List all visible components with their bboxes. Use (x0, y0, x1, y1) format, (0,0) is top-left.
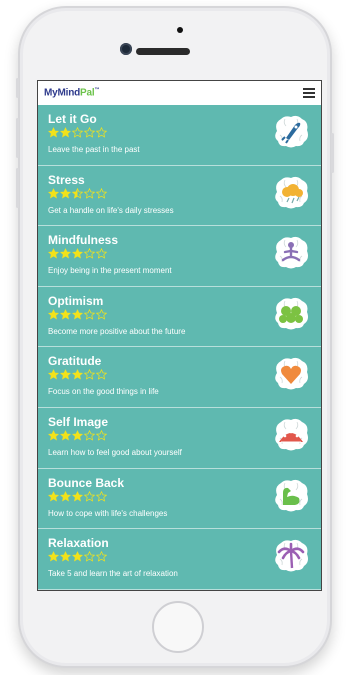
star-empty-icon (96, 369, 107, 381)
logo-pal: Pal (80, 87, 95, 99)
app-bar: MyMindPal™ (38, 81, 321, 105)
module-item-optimism[interactable]: Optimism Become more positive about the … (38, 287, 321, 348)
star-full-icon (48, 369, 59, 380)
clover-icon (275, 297, 308, 330)
phone-screen: MyMindPal™ Let it Go Leave the past in t… (37, 80, 322, 591)
star-empty-icon (84, 490, 95, 502)
star-full-icon (60, 490, 71, 502)
star-full-icon (72, 308, 83, 320)
star-full-icon (60, 248, 71, 259)
star-empty-icon (84, 369, 95, 381)
star-full-icon (72, 369, 83, 380)
mymindpal-logo[interactable]: MyMindPal™ (44, 87, 99, 98)
star-empty-icon (96, 490, 107, 502)
star-empty-icon (96, 187, 107, 199)
crown-icon (275, 418, 308, 451)
star-full-icon (60, 369, 71, 380)
star-empty-icon (84, 248, 95, 259)
front-camera (120, 43, 132, 55)
star-half-icon (72, 187, 83, 199)
star-full-icon (72, 490, 83, 502)
star-full-icon (72, 430, 83, 441)
power-button (331, 133, 334, 173)
star-full-icon (48, 551, 59, 562)
module-item-mindfulness[interactable]: Mindfulness Enjoy being in the present m… (38, 226, 321, 287)
muscle-arm-icon (275, 479, 308, 512)
palm-tree-icon (275, 540, 308, 572)
module-item-self-image[interactable]: Self Image Learn how to feel good about … (38, 408, 321, 469)
star-full-icon (48, 430, 59, 441)
star-full-icon (72, 248, 83, 259)
star-empty-icon (96, 308, 107, 320)
module-item-gratitude[interactable]: Gratitude Focus on the good things in li… (38, 347, 321, 408)
meditation-icon (275, 237, 308, 269)
star-full-icon (48, 187, 59, 199)
module-item-let-it-go[interactable]: Let it Go Leave the past in the past (38, 105, 321, 166)
star-empty-icon (96, 248, 107, 259)
star-full-icon (60, 127, 71, 138)
module-item-relaxation[interactable]: Relaxation Take 5 and learn the art of r… (38, 529, 321, 590)
star-full-icon (48, 308, 59, 320)
logo-mind: Mind (57, 87, 81, 99)
earpiece-speaker (136, 48, 190, 55)
star-full-icon (48, 490, 59, 502)
mute-switch (16, 78, 19, 98)
star-empty-icon (84, 308, 95, 320)
heart-icon (275, 358, 308, 390)
star-full-icon (48, 127, 59, 138)
module-item-stress[interactable]: Stress Get a handle on life's daily stre… (38, 166, 321, 227)
star-empty-icon (84, 429, 95, 441)
star-empty-icon (84, 127, 95, 138)
module-item-bounce-back[interactable]: Bounce Back How to cope with life's chal… (38, 469, 321, 530)
proximity-sensor (177, 27, 183, 33)
star-full-icon (60, 187, 71, 199)
star-full-icon (60, 430, 71, 441)
star-full-icon (48, 248, 59, 259)
star-empty-icon (96, 127, 107, 138)
storm-cloud-icon (275, 176, 308, 209)
star-empty-icon (96, 551, 107, 562)
rocket-icon (275, 115, 308, 148)
star-full-icon (60, 308, 71, 320)
star-full-icon (72, 551, 83, 562)
logo-my: My (44, 87, 58, 99)
logo-trademark: ™ (94, 87, 100, 94)
star-full-icon (60, 551, 71, 562)
hamburger-menu-icon[interactable] (303, 88, 315, 98)
star-empty-icon (72, 127, 83, 138)
star-empty-icon (84, 187, 95, 199)
module-list: Let it Go Leave the past in the past Str… (38, 105, 321, 590)
volume-down-button (16, 168, 19, 208)
star-empty-icon (84, 551, 95, 562)
volume-up-button (16, 118, 19, 158)
star-empty-icon (96, 429, 107, 441)
home-button[interactable] (152, 601, 204, 653)
